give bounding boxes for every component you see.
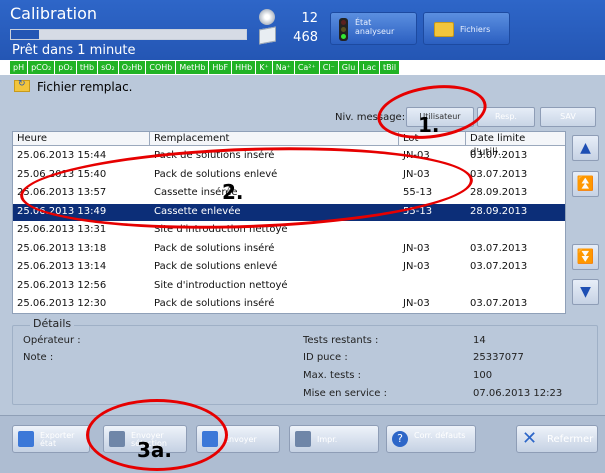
traffic-light-icon: [339, 18, 348, 41]
note-label: Note :: [23, 352, 54, 363]
cell-date-limite: 03.07.2013: [470, 298, 528, 309]
param-item: tHb: [76, 61, 98, 74]
table-row[interactable]: 25.06.2013 13:18 Pack de solutions inséré…: [13, 241, 565, 258]
cell-date-limite: 28.09.2013: [470, 187, 528, 198]
col-date-limite[interactable]: Date limite d'utili...: [466, 132, 565, 158]
parameter-strip: pH pCO₂ pO₂ tHb sO₂ O₂Hb COHb MetHb HbF …: [10, 61, 400, 74]
param-item: Lac: [359, 61, 380, 74]
operator-label: Opérateur :: [23, 335, 81, 346]
col-remplacement[interactable]: Remplacement: [150, 132, 399, 146]
cell-heure: 25.06.2013 13:31: [17, 224, 107, 235]
annotation-label-2: 2.: [222, 180, 244, 204]
detail-value: 14: [473, 335, 486, 346]
cell-date-limite: 03.07.2013: [470, 261, 528, 272]
cell-remplacement: Pack de solutions enlevé: [154, 261, 278, 272]
folder-icon: [434, 22, 454, 37]
progress-fill: [11, 30, 40, 39]
param-item: HbF: [209, 61, 232, 74]
cell-heure: 25.06.2013 12:56: [17, 279, 107, 291]
cell-date-limite: 03.07.2013: [470, 242, 528, 254]
card-icon: [259, 26, 276, 45]
disc-icon: [259, 9, 275, 25]
cell-lot: JN-03: [403, 242, 430, 254]
count-1: 12: [301, 11, 318, 26]
files-button[interactable]: Fichiers: [423, 12, 510, 45]
param-item: Cl⁻: [319, 61, 338, 74]
detail-label: Tests restants :: [303, 335, 379, 346]
print-label: Impr.: [317, 435, 338, 444]
col-heure[interactable]: Heure: [13, 132, 150, 146]
param-item: pH: [10, 61, 28, 74]
cell-heure: 25.06.2013 12:30: [17, 298, 107, 309]
cell-date-limite: 03.07.2013: [470, 168, 528, 180]
param-item: MetHb: [176, 61, 209, 74]
details-panel: Détails Opérateur : Note : Tests restant…: [12, 317, 598, 405]
calibration-progress-bar: [10, 29, 247, 40]
detail-value: 100: [473, 370, 493, 381]
troubleshoot-label: Corr. défauts: [414, 431, 466, 440]
table-row[interactable]: 25.06.2013 12:30 Pack de solutions inséré…: [13, 296, 565, 313]
cell-remplacement: Pack de solutions inséré: [154, 242, 275, 254]
help-icon: ?: [392, 431, 408, 447]
scroll-up-button[interactable]: ▲: [572, 135, 599, 161]
troubleshoot-button[interactable]: ? Corr. défauts: [386, 425, 476, 453]
cell-lot: JN-03: [403, 298, 430, 309]
table-row[interactable]: 25.06.2013 12:56 Site d'introduction nett…: [13, 278, 565, 295]
param-item: K⁺: [256, 61, 272, 74]
details-title: Détails: [30, 317, 75, 330]
param-item: Ca²⁺: [294, 61, 319, 74]
param-item: Glu: [338, 61, 359, 74]
cell-heure: 25.06.2013 15:44: [17, 150, 107, 161]
header-bar: Calibration Prêt dans 1 minute 12 468 Ét…: [0, 0, 605, 60]
close-icon: ✕: [522, 428, 538, 449]
param-item: pCO₂: [28, 61, 55, 74]
detail-label: Max. tests :: [303, 370, 361, 381]
page-title-text: Fichier remplac.: [37, 80, 133, 94]
page-down-button[interactable]: ⏬: [572, 244, 599, 270]
detail-value: 25337077: [473, 352, 524, 363]
param-item: O₂Hb: [118, 61, 146, 74]
close-label: Refermer: [547, 434, 594, 445]
status-text: Prêt dans 1 minute: [12, 43, 136, 58]
page-title: ↻ Fichier remplac.: [14, 79, 133, 94]
print-button[interactable]: Impr.: [289, 425, 379, 453]
files-label: Fichiers: [460, 25, 491, 34]
detail-value: 07.06.2013 12:23: [473, 388, 563, 399]
param-item: pO₂: [55, 61, 76, 74]
cell-heure: 25.06.2013 13:18: [17, 242, 107, 254]
printer-icon: [295, 431, 311, 447]
cell-date-limite: 03.07.2013: [470, 150, 528, 161]
detail-label: Mise en service :: [303, 388, 387, 399]
param-item: tBil: [380, 61, 400, 74]
cell-lot: JN-03: [403, 261, 430, 272]
count-2: 468: [293, 30, 318, 45]
file-replace-icon: ↻: [14, 79, 30, 92]
page-up-button[interactable]: ⏫: [572, 171, 599, 197]
detail-label: ID puce :: [303, 352, 348, 363]
analyzer-status-label: État analyseur: [355, 18, 395, 36]
param-item: COHb: [146, 61, 176, 74]
export-status-button[interactable]: Exporter état: [12, 425, 90, 453]
annotation-label-1: 1.: [418, 113, 440, 137]
table-header: Heure Remplacement Lot Date limite d'uti…: [13, 132, 565, 158]
cell-heure: 25.06.2013 13:14: [17, 261, 107, 272]
annotation-label-3a: 3a.: [137, 438, 173, 462]
export-label: Exporter état: [40, 431, 75, 448]
cell-date-limite: 28.09.2013: [470, 205, 528, 217]
send-label: Envoyer: [224, 435, 257, 444]
screen-title: Calibration: [10, 4, 98, 23]
export-icon: [18, 431, 34, 447]
analyzer-status-button[interactable]: État analyseur: [330, 12, 417, 45]
param-item: HHb: [232, 61, 256, 74]
cell-remplacement: Site d'introduction nettoyé: [154, 279, 288, 291]
scroll-down-button[interactable]: ▼: [572, 279, 599, 305]
table-row[interactable]: 25.06.2013 13:14 Pack de solutions enlevé…: [13, 259, 565, 276]
param-item: sO₂: [98, 61, 118, 74]
level-sav-button[interactable]: SAV: [540, 107, 596, 127]
param-item: Na⁺: [272, 61, 294, 74]
close-button[interactable]: ✕ Refermer: [516, 425, 598, 453]
cell-remplacement: Pack de solutions inséré: [154, 298, 275, 309]
